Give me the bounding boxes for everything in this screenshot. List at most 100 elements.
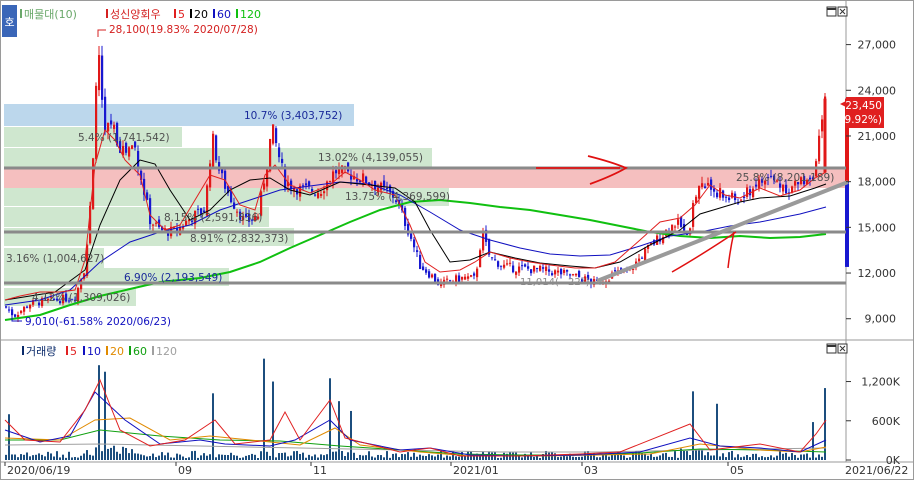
price-panel-close-button[interactable] (837, 6, 848, 17)
stock-chart: 10.7% (3,403,752) 5.4% (1,741,542) 13.02… (0, 0, 914, 480)
price-tick-label: 27,000 (858, 39, 897, 52)
volume-bar (422, 455, 424, 460)
volume-bar (152, 453, 154, 460)
volume-bar (248, 455, 250, 460)
candle-body (512, 265, 515, 273)
price-panel-maximize-button[interactable] (826, 6, 837, 17)
volume-bar (137, 453, 139, 460)
candle-body (14, 314, 17, 317)
volume-bar (626, 457, 628, 460)
volume-bar (557, 457, 559, 460)
volume-bar (656, 456, 658, 460)
volume-bar (134, 453, 136, 460)
volume-bar (728, 452, 730, 460)
candle-body (539, 265, 542, 271)
candle-body (422, 266, 425, 271)
candle-body (269, 138, 272, 172)
date-end-label: 2021/06/22 (845, 464, 908, 477)
candle-body (314, 194, 317, 196)
candle-body (698, 185, 701, 199)
volume-bar (581, 456, 583, 460)
candle-body (560, 268, 563, 275)
volume-bar (320, 454, 322, 460)
candle-body (110, 120, 113, 125)
volume-bar (32, 455, 34, 460)
volume-bar (179, 454, 181, 460)
candle-body (278, 147, 281, 158)
candle-body (782, 184, 785, 192)
candle-body (416, 250, 419, 252)
volume-bar (131, 449, 133, 460)
candle-body (101, 55, 104, 100)
volume-bar (647, 455, 649, 460)
high-annotation: 28,100(19.83% 2020/07/28) (109, 24, 258, 36)
volume-bar (68, 451, 70, 460)
volume-bar (191, 451, 193, 460)
vp-label-7: 8.91% (2,832,373) (190, 233, 288, 245)
candle-body (677, 219, 680, 225)
candle-body (704, 186, 707, 189)
volume-bar (596, 457, 598, 460)
volume-bar (749, 457, 751, 460)
volume-bar (260, 451, 262, 460)
volume-bar (689, 454, 691, 460)
volume-bar (74, 456, 76, 460)
candle-body (785, 184, 788, 194)
volume-bar (668, 456, 670, 460)
volume-bar (770, 455, 772, 460)
volume-panel-close-button[interactable] (837, 343, 848, 354)
volume-bar (455, 456, 457, 460)
candle-body (419, 254, 422, 269)
stock-chart-window: 10.7% (3,403,752) 5.4% (1,741,542) 13.02… (0, 0, 914, 480)
volume-bar (23, 454, 25, 460)
candle-body (446, 278, 449, 280)
price-tick-label: 18,000 (858, 176, 897, 189)
volume-bar (323, 455, 325, 460)
candle-body (431, 274, 434, 278)
volume-bar (575, 456, 577, 460)
volume-bar (50, 453, 52, 460)
volume-bar (362, 455, 364, 460)
volume-bar (710, 455, 712, 460)
candle-body (308, 181, 311, 187)
volume-bar (77, 457, 79, 460)
candle-body (155, 222, 158, 224)
volume-bar (437, 454, 439, 460)
volume-bar (371, 456, 373, 460)
volume-bar (194, 450, 196, 460)
vol-legend-swatch (66, 346, 68, 355)
candle-body (557, 270, 560, 273)
volume-bar (17, 457, 19, 460)
candle-body (98, 55, 101, 91)
volume-bar (779, 450, 781, 460)
volume-bar (713, 455, 715, 460)
volume-bar (287, 456, 289, 460)
legend-vp: 매물대(10) (24, 8, 77, 21)
candle-body (497, 261, 500, 267)
candle-body (818, 135, 821, 162)
volume-bar (203, 453, 205, 460)
candle-body (551, 273, 554, 276)
volume-panel-maximize-button[interactable] (826, 343, 837, 354)
volume-bar (56, 451, 58, 460)
volume-bar (173, 457, 175, 460)
trend-angle-label: 11,014( (520, 277, 559, 288)
vol-legend-ma60: 60 (133, 345, 147, 358)
volume-bar (401, 453, 403, 460)
volume-bar (521, 457, 523, 460)
candle-body (413, 239, 416, 248)
volume-bar (686, 451, 688, 460)
volume-bar (377, 454, 379, 460)
date-label: 11 (313, 464, 327, 477)
candle-body (548, 269, 551, 272)
volume-bar (122, 446, 124, 460)
candle-body (755, 184, 758, 187)
volume-bar (293, 451, 295, 460)
candle-body (461, 276, 464, 280)
volume-bar (383, 457, 385, 460)
volume-bar (176, 453, 178, 460)
candle-body (641, 257, 644, 259)
volume-bar (230, 452, 232, 460)
volume-bar (599, 457, 601, 460)
volume-bar (305, 457, 307, 460)
